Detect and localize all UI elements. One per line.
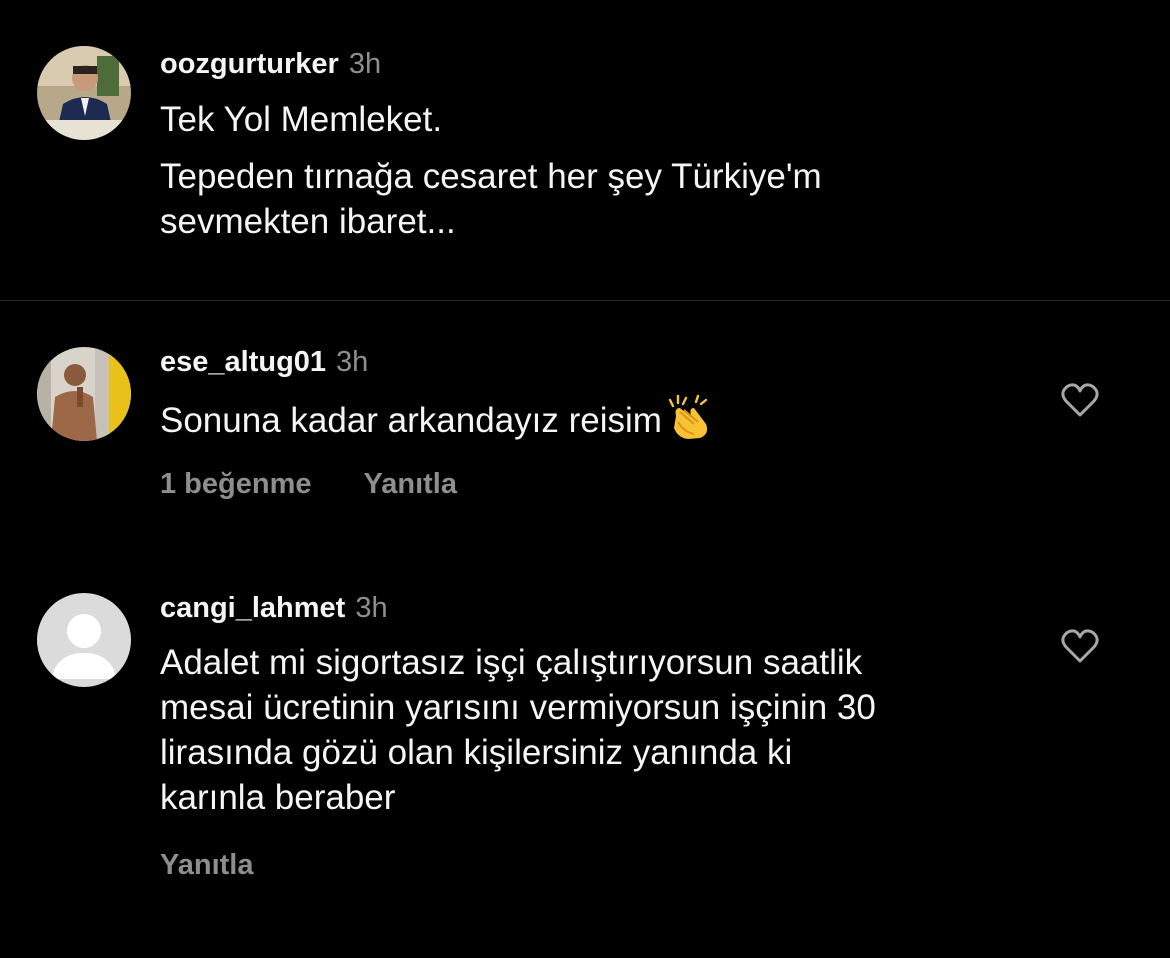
comment-username[interactable]: cangi_lahmet	[160, 592, 345, 624]
post-caption: oozgurturker 3h Tek Yol Memleket. Tepeden…	[0, 0, 1170, 300]
reply-button[interactable]: Yanıtla	[364, 466, 458, 502]
caption-line-3: sevmekten ibaret...	[160, 202, 456, 241]
caption-divider	[0, 300, 1170, 301]
comment-line-1: Adalet mi sigortasız işçi çalıştırıyorsu…	[160, 643, 863, 682]
comment-actions: 1 beğenme Yanıtla	[160, 466, 457, 502]
caption-header: oozgurturker 3h	[160, 46, 381, 82]
comment-line-2: mesai ücretinin yarısını vermiyorsun işç…	[160, 688, 876, 727]
comment-header: ese_altug01 3h	[160, 344, 368, 380]
reply-button[interactable]: Yanıtla	[160, 847, 254, 883]
heart-outline-icon[interactable]	[1061, 382, 1099, 418]
comment-username[interactable]: ese_altug01	[160, 346, 326, 378]
comment-line-4: karınla beraber	[160, 778, 396, 817]
avatar-photo-icon	[37, 347, 131, 441]
comment-time: 3h	[355, 592, 388, 624]
comment-actions: Yanıtla	[160, 847, 254, 883]
avatar-ese-altug01[interactable]	[37, 347, 131, 441]
default-avatar-icon	[37, 593, 131, 687]
comment-text: Sonuna kadar arkandayız reisim	[160, 394, 714, 443]
comment-header: cangi_lahmet 3h	[160, 590, 388, 626]
comment-line-3: lirasında gözü olan kişilersiniz yanında…	[160, 733, 793, 772]
clapping-hands-icon	[668, 394, 708, 439]
avatar-oozgurturker[interactable]	[37, 46, 131, 140]
comment-time: 3h	[336, 346, 369, 378]
heart-outline-icon[interactable]	[1061, 628, 1099, 664]
caption-time: 3h	[348, 48, 382, 80]
avatar-photo-icon	[37, 46, 131, 140]
comment-text-content: Sonuna kadar arkandayız reisim	[160, 401, 662, 440]
avatar-cangi-lahmet[interactable]	[37, 593, 131, 687]
caption-line-1: Tek Yol Memleket.	[160, 100, 443, 139]
likes-count[interactable]: 1 beğenme	[160, 466, 312, 502]
caption-username[interactable]: oozgurturker	[160, 48, 339, 80]
caption-line-2: Tepeden tırnağa cesaret her şey Türkiye'…	[160, 157, 822, 196]
